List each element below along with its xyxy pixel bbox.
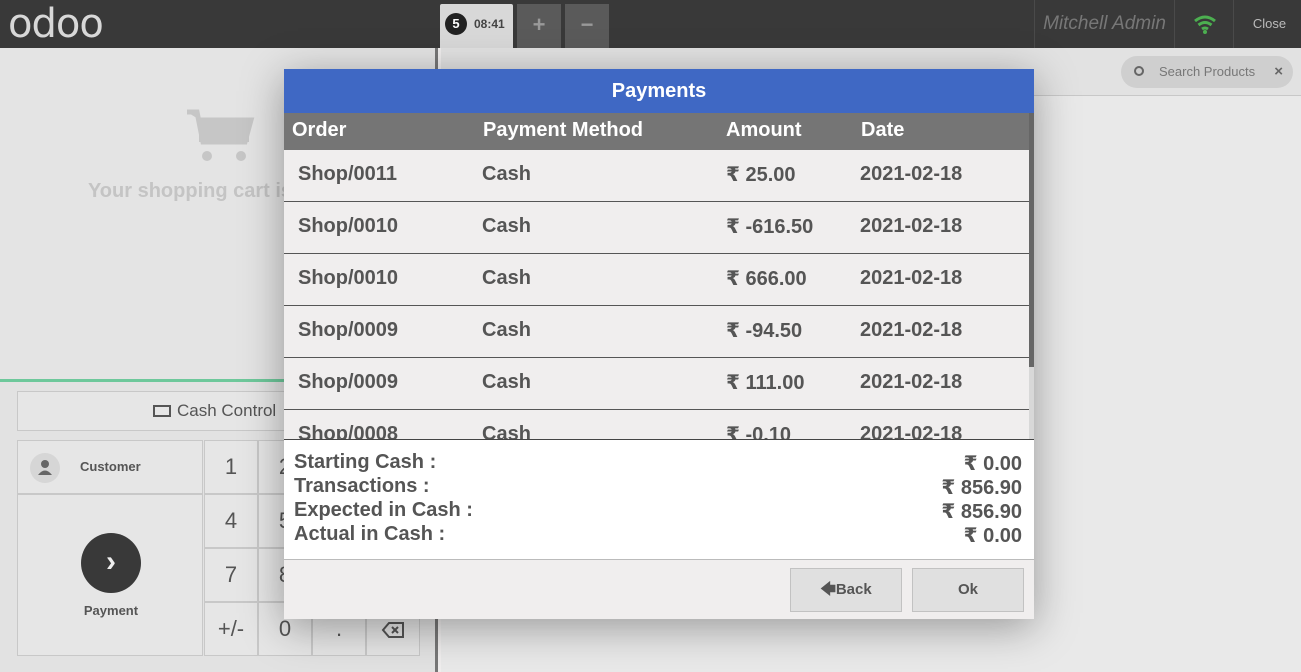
cell-date: 2021-02-18 xyxy=(860,163,963,185)
column-order: Order xyxy=(292,119,347,141)
dialog-title: Payments xyxy=(284,69,1034,113)
cell-order: Shop/0009 xyxy=(298,371,399,393)
cell-order: Shop/0010 xyxy=(298,215,399,237)
cell-amount: ₹ -94.50 xyxy=(726,320,803,342)
cell-amount: ₹ 666.00 xyxy=(726,268,807,290)
actual-cash-value: ₹ 0.00 xyxy=(963,525,1022,547)
transactions-label: Transactions : xyxy=(294,475,430,497)
payments-table-body[interactable]: Shop/0011 Cash ₹ 25.00 2021-02-18 Shop/0… xyxy=(284,150,1029,439)
cell-order: Shop/0009 xyxy=(298,319,399,341)
expected-cash-label: Expected in Cash : xyxy=(294,499,473,521)
cell-method: Cash xyxy=(482,267,531,289)
back-button[interactable]: 🡄Back xyxy=(790,568,902,612)
cell-method: Cash xyxy=(482,371,531,393)
cell-method: Cash xyxy=(482,319,531,341)
table-row: Shop/0010 Cash ₹ -616.50 2021-02-18 xyxy=(284,202,1029,254)
cell-method: Cash xyxy=(482,423,531,439)
cell-amount: ₹ -616.50 xyxy=(726,216,814,238)
cell-order: Shop/0010 xyxy=(298,267,399,289)
cell-amount: ₹ 25.00 xyxy=(726,164,796,186)
table-row: Shop/0011 Cash ₹ 25.00 2021-02-18 xyxy=(284,150,1029,202)
column-payment-method: Payment Method xyxy=(483,119,644,141)
column-amount: Amount xyxy=(726,119,802,141)
back-label: Back xyxy=(835,581,872,598)
ok-button[interactable]: Ok xyxy=(912,568,1024,612)
payments-dialog: Payments Order Payment Method Amount Dat… xyxy=(284,69,1034,619)
table-scrollbar[interactable] xyxy=(1029,113,1034,439)
arrow-left-icon: 🡄 xyxy=(820,581,836,598)
starting-cash-label: Starting Cash : xyxy=(294,451,437,473)
cell-order: Shop/0008 xyxy=(298,423,399,439)
starting-cash-value: ₹ 0.00 xyxy=(963,453,1022,475)
cell-date: 2021-02-18 xyxy=(860,319,963,341)
transactions-value: ₹ 856.90 xyxy=(941,477,1022,499)
cell-date: 2021-02-18 xyxy=(860,267,963,289)
cell-date: 2021-02-18 xyxy=(860,423,963,439)
cell-order: Shop/0011 xyxy=(298,163,397,185)
cell-method: Cash xyxy=(482,215,531,237)
cell-amount: ₹ 111.00 xyxy=(726,372,805,394)
table-row: Shop/0009 Cash ₹ -94.50 2021-02-18 xyxy=(284,306,1029,358)
cell-date: 2021-02-18 xyxy=(860,215,963,237)
actual-cash-label: Actual in Cash : xyxy=(294,523,446,545)
cell-amount: ₹ -0.10 xyxy=(726,424,792,439)
table-row: Shop/0008 Cash ₹ -0.10 2021-02-18 xyxy=(284,410,1029,439)
table-row: Shop/0010 Cash ₹ 666.00 2021-02-18 xyxy=(284,254,1029,306)
cash-summary: Starting Cash : ₹ 0.00 Transactions : ₹ … xyxy=(284,439,1034,560)
cell-date: 2021-02-18 xyxy=(860,371,963,393)
expected-cash-value: ₹ 856.90 xyxy=(941,501,1022,523)
column-date: Date xyxy=(861,119,905,141)
scrollbar-thumb[interactable] xyxy=(1029,113,1034,367)
cell-method: Cash xyxy=(482,163,531,185)
table-row: Shop/0009 Cash ₹ 111.00 2021-02-18 xyxy=(284,358,1029,410)
payments-table-header: Order Payment Method Amount Date xyxy=(284,113,1029,150)
